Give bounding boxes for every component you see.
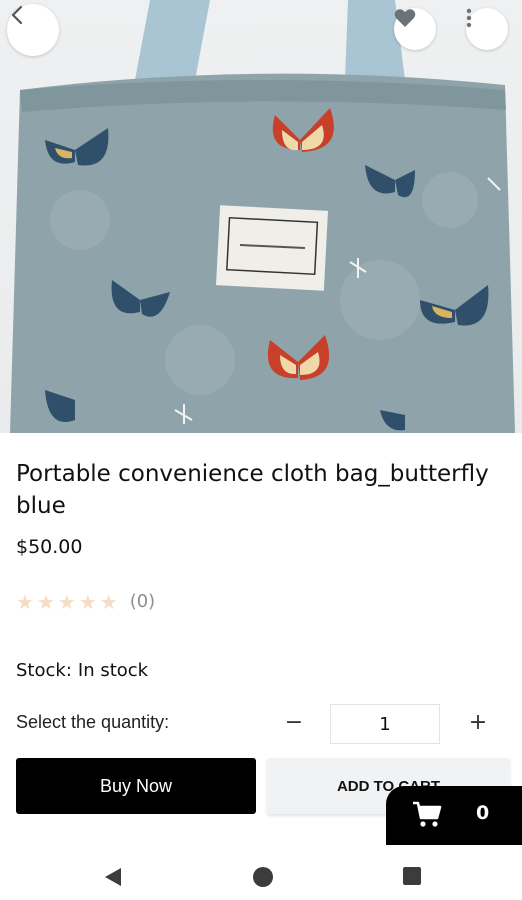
star-icon: ★ bbox=[99, 589, 118, 614]
back-button[interactable] bbox=[7, 4, 59, 56]
system-navigation-bar bbox=[0, 850, 522, 900]
quantity-input[interactable]: 1 bbox=[330, 704, 440, 744]
product-image bbox=[0, 0, 522, 433]
quantity-increase-button[interactable]: + bbox=[462, 707, 494, 739]
buy-now-button[interactable]: Buy Now bbox=[16, 758, 256, 814]
star-icon: ★ bbox=[16, 589, 34, 614]
stock-value: In stock bbox=[77, 660, 149, 681]
star-icon: ★ bbox=[78, 589, 97, 614]
chevron-left-icon bbox=[11, 5, 23, 25]
product-rating[interactable]: ★ ★ ★ ★ ★ (0) bbox=[16, 591, 155, 612]
product-price: $50.00 bbox=[16, 536, 83, 558]
star-icon: ★ bbox=[36, 589, 55, 614]
cart-icon bbox=[413, 801, 442, 827]
star-icon: ★ bbox=[57, 589, 76, 614]
more-vertical-icon bbox=[466, 8, 472, 28]
quantity-decrease-button[interactable]: − bbox=[278, 707, 310, 739]
stock-label: Stock: bbox=[16, 660, 72, 681]
nav-home-icon[interactable] bbox=[253, 867, 273, 887]
heart-icon bbox=[394, 9, 416, 28]
nav-back-icon[interactable] bbox=[103, 867, 123, 887]
tote-bag-illustration bbox=[10, 0, 515, 433]
stock-status: Stock: In stock bbox=[16, 660, 148, 681]
favorite-button[interactable] bbox=[394, 8, 436, 50]
nav-recents-icon[interactable] bbox=[403, 867, 421, 885]
product-title: Portable convenience cloth bag_butterfly… bbox=[16, 461, 489, 519]
more-options-button[interactable] bbox=[466, 8, 508, 50]
cart-button[interactable]: 0 bbox=[386, 786, 522, 845]
quantity-label: Select the quantity: bbox=[16, 712, 170, 732]
cart-count: 0 bbox=[476, 802, 490, 824]
review-count: (0) bbox=[129, 591, 156, 612]
